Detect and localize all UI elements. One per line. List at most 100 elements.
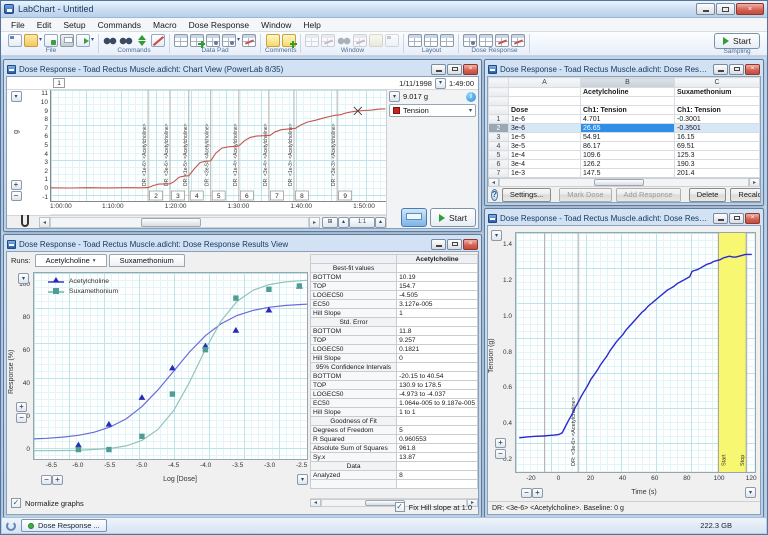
scale-plus-button[interactable]: + [10, 180, 22, 190]
compress-time-button[interactable]: ▴ [338, 216, 349, 228]
results-close-button[interactable]: × [463, 238, 478, 250]
menu-edit[interactable]: Edit [31, 18, 58, 31]
scroll-to-end-button[interactable]: ⊞ [322, 216, 338, 228]
analysis-xplus-button[interactable]: + [532, 487, 543, 498]
results-maximize-button[interactable] [447, 238, 462, 250]
normalize-graphs-checkbox[interactable]: ✓ Normalize graphs [11, 498, 84, 508]
table-cell[interactable]: 190.3 [674, 159, 760, 169]
table-cell[interactable]: 86.17 [580, 141, 675, 151]
export-dropdown-icon[interactable]: ▾ [91, 37, 94, 43]
table-cell[interactable]: 69.51 [674, 141, 760, 151]
table-corner-cell[interactable] [488, 77, 509, 88]
analysis-xaxis-dropdown[interactable]: ▾ [745, 487, 756, 498]
minimize-button[interactable] [696, 3, 715, 15]
help-icon[interactable]: ? [491, 188, 498, 201]
sync-icon[interactable] [6, 520, 16, 531]
analysis-xminus-button[interactable]: − [521, 487, 532, 498]
table-scroll-thumb[interactable] [594, 178, 645, 186]
chart-maximize-button[interactable] [447, 63, 462, 75]
chart-start-button[interactable]: Start [430, 208, 476, 227]
info-icon[interactable]: i [466, 91, 476, 102]
analysis-minus-button[interactable]: − [495, 449, 506, 459]
datapad-view-icon[interactable] [174, 33, 189, 47]
maximize-button[interactable] [716, 3, 735, 15]
chart-minimize-button[interactable] [431, 63, 446, 75]
table-cell[interactable]: 125.3 [674, 150, 760, 160]
time-ratio-display[interactable]: 1:1 [349, 216, 375, 228]
comment-list-icon[interactable] [281, 33, 297, 48]
column-header-B[interactable]: B [580, 77, 675, 88]
expand-time-button[interactable]: ▴ [375, 216, 386, 228]
row-number[interactable]: 6 [488, 159, 509, 169]
analysis-minimize-button[interactable] [713, 212, 728, 224]
table-cell[interactable]: 4.701 [580, 114, 675, 124]
results-minus-button[interactable]: − [16, 413, 27, 423]
results-xplus-button[interactable]: + [52, 474, 63, 485]
analysis-view-titlebar[interactable]: Dose Response - Toad Rectus Muscle.adich… [487, 211, 761, 225]
menu-window[interactable]: Window [255, 18, 297, 31]
rtable-scroll-left[interactable]: ◂ [310, 498, 321, 507]
datapad-add-icon[interactable] [190, 33, 206, 48]
layout-quad-icon[interactable] [440, 33, 455, 47]
chart-view-titlebar[interactable]: Dose Response - Toad Rectus Muscle.adich… [6, 62, 479, 76]
run-tab-acetylcholine[interactable]: Acetylcholine ▾ [34, 254, 107, 267]
datapad-autofill-dropdown-icon[interactable]: ▾ [237, 37, 240, 43]
mark-dose-button[interactable]: Mark Dose [559, 187, 612, 202]
dose-settings-icon[interactable] [463, 33, 478, 47]
print-icon[interactable] [60, 33, 75, 47]
dose-analysis-icon[interactable] [511, 33, 526, 47]
table-view-titlebar[interactable]: Dose Response - Toad Rectus Muscle.adich… [487, 62, 761, 76]
row-number[interactable]: 2 [488, 123, 509, 133]
save-file-icon[interactable] [44, 33, 59, 47]
magnet-icon[interactable] [21, 214, 29, 227]
chart-scrollbar[interactable] [50, 216, 309, 228]
table-cell[interactable]: 1e-5 [508, 132, 581, 142]
add-comment-icon[interactable] [265, 33, 280, 47]
open-file-dropdown-icon[interactable]: ▾ [39, 37, 42, 43]
table-cell[interactable]: 1e-6 [508, 114, 581, 124]
results-plot-area[interactable]: Acetylcholine Suxamethonium [33, 272, 308, 460]
table-cell[interactable]: -0.3501 [674, 123, 760, 133]
settings-button[interactable]: Settings... [501, 187, 552, 202]
select-range-icon[interactable] [135, 34, 149, 47]
column-header-C[interactable]: C [674, 77, 760, 88]
row-number[interactable]: 4 [488, 141, 509, 151]
datapad-graph-icon[interactable] [242, 33, 257, 47]
channel-selector[interactable]: Tension ▾ [389, 104, 476, 117]
analysis-plot-area[interactable]: Start Stop DR: <3e-6> <Acetylcholine> [515, 232, 756, 473]
analysis-maximize-button[interactable] [729, 212, 744, 224]
table-maximize-button[interactable] [729, 63, 744, 75]
datapad-options-icon[interactable] [206, 33, 221, 47]
results-plus-button[interactable]: + [16, 402, 27, 412]
analysis-close-button[interactable]: × [745, 212, 760, 224]
table-hscrollbar[interactable]: ◂ ▸ [488, 177, 760, 187]
table-cell[interactable]: 3e-4 [508, 159, 581, 169]
toolbar-start-button[interactable]: Start [714, 32, 760, 49]
results-minimize-button[interactable] [431, 238, 446, 250]
table-cell[interactable]: 26.65 [580, 123, 675, 133]
table-cell[interactable]: 3e-6 [508, 123, 581, 133]
find-icon[interactable] [103, 33, 118, 47]
new-file-icon[interactable] [8, 33, 22, 47]
add-response-button[interactable]: Add Response [615, 187, 681, 202]
table-cell[interactable]: 54.91 [580, 132, 675, 142]
row-number[interactable]: 5 [488, 150, 509, 160]
analysis-scale-dropdown[interactable]: ▾ [491, 230, 502, 241]
menu-help[interactable]: Help [297, 18, 326, 31]
scroll-left-button[interactable]: ◂ [39, 216, 50, 228]
dose-table-icon[interactable] [479, 33, 494, 47]
layout-single-icon[interactable] [408, 33, 423, 47]
table-cell[interactable]: -0.3001 [674, 114, 760, 124]
menu-commands[interactable]: Commands [92, 18, 147, 31]
results-xminus-button[interactable]: − [41, 474, 52, 485]
range-dropdown-button[interactable]: ▾ [389, 91, 400, 102]
open-file-icon[interactable] [24, 33, 38, 47]
results-view-titlebar[interactable]: Dose Response - Toad Rectus Muscle.adich… [6, 237, 479, 251]
delete-button[interactable]: Delete [688, 187, 727, 202]
table-cell[interactable]: 1e-4 [508, 150, 581, 160]
column-header-A[interactable]: A [508, 77, 581, 88]
results-scale-dropdown[interactable]: ▾ [18, 273, 29, 284]
menu-macro[interactable]: Macro [147, 18, 183, 31]
table-minimize-button[interactable] [713, 63, 728, 75]
time-dropdown-button[interactable]: ▾ [434, 77, 446, 89]
